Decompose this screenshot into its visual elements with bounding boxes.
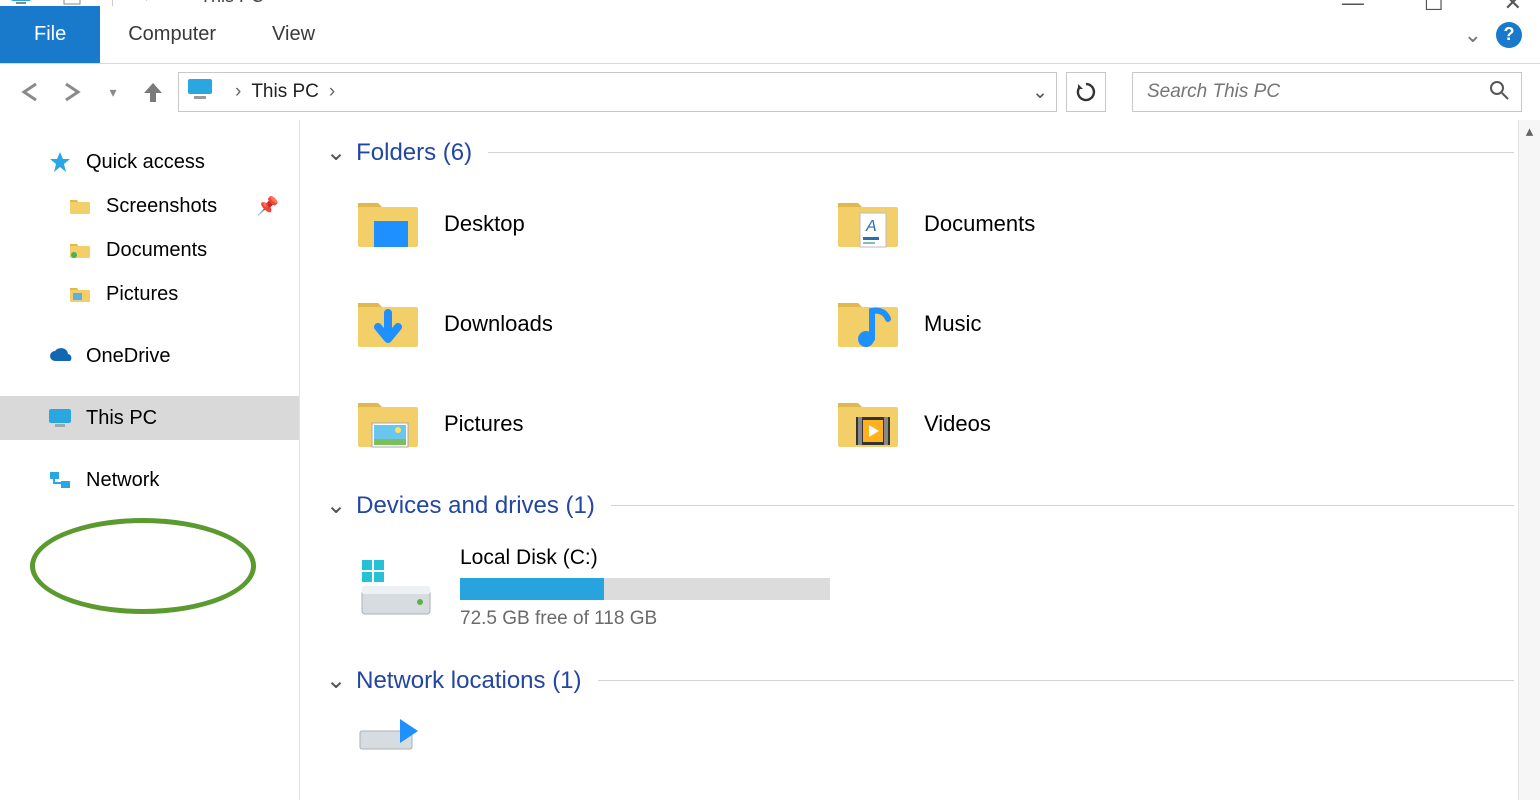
folder-label: Desktop <box>444 211 525 237</box>
scroll-up-icon[interactable]: ▴ <box>1519 120 1540 142</box>
chevron-right-icon[interactable]: › <box>329 81 335 103</box>
pin-icon: 📌 <box>257 196 279 217</box>
sidebar-item-screenshots[interactable]: Screenshots 📌 <box>0 184 299 228</box>
group-header-network-locations[interactable]: ⌄ Network locations (1) <box>326 666 1514 695</box>
search-icon[interactable] <box>1489 80 1509 104</box>
drive-usage-bar <box>460 578 830 600</box>
folder-label: Documents <box>924 211 1035 237</box>
hdd-icon <box>356 556 436 620</box>
folder-desktop[interactable]: Desktop <box>356 197 836 251</box>
refresh-button[interactable] <box>1066 72 1106 112</box>
ribbon-collapse-icon[interactable]: ⌄ <box>1464 22 1482 48</box>
group-header-drives[interactable]: ⌄ Devices and drives (1) <box>326 491 1514 520</box>
tab-view[interactable]: View <box>244 6 343 63</box>
folders-grid: Desktop A Documents Downloads <box>356 197 1514 451</box>
recent-dropdown-icon[interactable]: ▾ <box>98 77 128 107</box>
group-title: Folders (6) <box>356 139 472 167</box>
desktop-folder-icon <box>356 197 420 251</box>
drive-local-disk-c[interactable]: Local Disk (C:) 72.5 GB free of 118 GB <box>356 546 1514 630</box>
group-title: Devices and drives (1) <box>356 492 595 520</box>
address-dropdown-icon[interactable]: ⌄ <box>1032 81 1048 104</box>
sidebar-network[interactable]: Network <box>0 458 299 502</box>
pc-icon <box>10 0 32 5</box>
sidebar-item-label: Pictures <box>106 283 178 306</box>
pc-icon <box>187 78 215 106</box>
folder-label: Videos <box>924 411 991 437</box>
sidebar-item-label: Network <box>86 469 159 492</box>
sidebar-item-label: Documents <box>106 239 207 262</box>
downloads-folder-icon <box>356 297 420 351</box>
folder-downloads[interactable]: Downloads <box>356 297 836 351</box>
folder-label: Pictures <box>444 411 523 437</box>
up-button[interactable] <box>138 77 168 107</box>
folder-videos[interactable]: Videos <box>836 397 1316 451</box>
network-drive-icon <box>356 713 426 753</box>
sidebar-item-documents[interactable]: Documents <box>0 228 299 272</box>
folder-icon <box>68 282 92 306</box>
sidebar-onedrive[interactable]: OneDrive <box>0 334 299 378</box>
tab-file[interactable]: File <box>0 6 100 63</box>
folder-icon <box>68 194 92 218</box>
navigation-tree: Quick access Screenshots 📌 Documents P <box>0 120 300 800</box>
cloud-icon <box>48 344 72 368</box>
videos-folder-icon <box>836 397 900 451</box>
drive-name: Local Disk (C:) <box>460 546 830 570</box>
separator <box>488 152 1514 153</box>
ribbon-tabs: File Computer View ⌄ ? <box>0 6 1540 64</box>
group-header-folders[interactable]: ⌄ Folders (6) <box>326 138 1514 167</box>
chevron-down-icon[interactable]: ⌄ <box>326 138 346 167</box>
svg-text:A: A <box>865 218 877 235</box>
chevron-down-icon[interactable]: ⌄ <box>326 491 346 520</box>
star-icon <box>48 150 72 174</box>
folder-music[interactable]: Music <box>836 297 1316 351</box>
folder-documents[interactable]: A Documents <box>836 197 1316 251</box>
sidebar-quick-access[interactable]: Quick access <box>0 140 299 184</box>
folder-pictures[interactable]: Pictures <box>356 397 836 451</box>
pictures-folder-icon <box>356 397 420 451</box>
network-icon <box>48 468 72 492</box>
help-icon[interactable]: ? <box>1496 22 1522 48</box>
back-button[interactable] <box>18 77 48 107</box>
search-box[interactable] <box>1132 72 1522 112</box>
drive-free-text: 72.5 GB free of 118 GB <box>460 608 830 630</box>
separator <box>611 505 1514 506</box>
address-bar[interactable]: › This PC › ⌄ <box>178 72 1057 112</box>
pc-icon <box>48 406 72 430</box>
nav-bar: ▾ › This PC › ⌄ <box>0 64 1540 120</box>
folder-icon <box>68 238 92 262</box>
sidebar-this-pc[interactable]: This PC <box>0 396 299 440</box>
chevron-down-icon[interactable]: ⌄ <box>326 666 346 695</box>
sidebar-item-label: This PC <box>86 407 157 430</box>
sidebar-item-label: OneDrive <box>86 345 170 368</box>
documents-folder-icon: A <box>836 197 900 251</box>
sidebar-item-pictures[interactable]: Pictures <box>0 272 299 316</box>
sidebar-item-label: Screenshots <box>106 195 217 218</box>
network-location-item[interactable] <box>356 713 1514 757</box>
folder-label: Music <box>924 311 981 337</box>
content-pane: ▴ ⌄ Folders (6) Desktop A <box>300 120 1540 800</box>
group-title: Network locations (1) <box>356 667 581 695</box>
drive-usage-fill <box>460 578 604 600</box>
tab-computer[interactable]: Computer <box>100 6 244 63</box>
chevron-right-icon[interactable]: › <box>235 81 241 103</box>
qat-dropdown-icon[interactable]: ▾ <box>143 0 151 5</box>
search-input[interactable] <box>1145 80 1489 104</box>
forward-button[interactable] <box>58 77 88 107</box>
vertical-scrollbar[interactable]: ▴ <box>1518 120 1540 800</box>
sidebar-item-label: Quick access <box>86 151 205 174</box>
music-folder-icon <box>836 297 900 351</box>
breadcrumb-root[interactable]: This PC <box>251 81 319 103</box>
separator <box>598 680 1514 681</box>
folder-label: Downloads <box>444 311 553 337</box>
